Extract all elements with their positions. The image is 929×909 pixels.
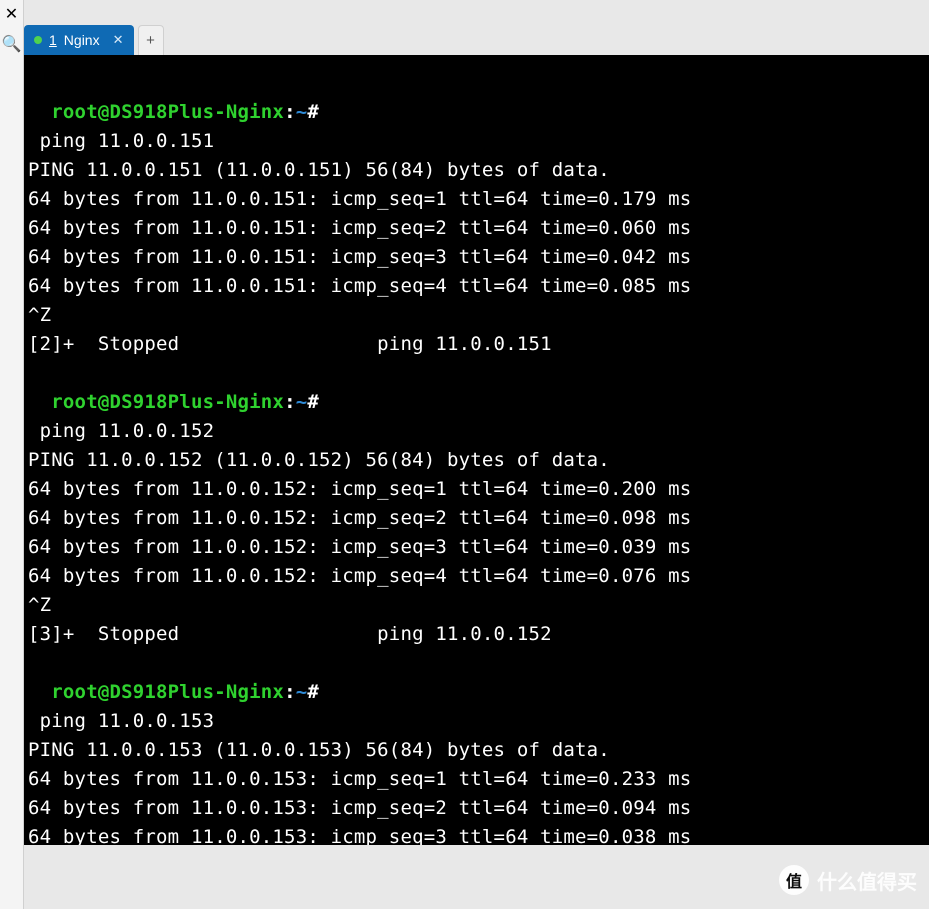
- ping-reply: 64 bytes from 11.0.0.152: icmp_seq=3 ttl…: [28, 533, 925, 562]
- tab-title: Nginx: [64, 32, 100, 48]
- prompt-path: ~: [296, 681, 308, 703]
- ping-reply: 64 bytes from 11.0.0.151: icmp_seq=2 ttl…: [28, 214, 925, 243]
- suspend-signal: ^Z: [28, 591, 925, 620]
- tab-bar: 1 Nginx ✕ +: [24, 25, 164, 55]
- prompt-line: root@DS918Plus-Nginx:~# ping 11.0.0.151: [28, 69, 925, 156]
- watermark: 值 什么值得买: [779, 865, 917, 895]
- ping-reply: 64 bytes from 11.0.0.151: icmp_seq=4 ttl…: [28, 272, 925, 301]
- ping-reply: 64 bytes from 11.0.0.153: icmp_seq=1 ttl…: [28, 765, 925, 794]
- prompt-path: ~: [296, 391, 308, 413]
- job-stopped: [3]+ Stopped ping 11.0.0.152: [28, 620, 925, 649]
- tab-close-icon[interactable]: ✕: [107, 32, 124, 48]
- ping-reply: 64 bytes from 11.0.0.151: icmp_seq=1 ttl…: [28, 185, 925, 214]
- ping-header: PING 11.0.0.153 (11.0.0.153) 56(84) byte…: [28, 736, 925, 765]
- suspend-signal: ^Z: [28, 301, 925, 330]
- prompt-hash: #: [307, 391, 319, 413]
- command-text: ping 11.0.0.152: [40, 420, 215, 442]
- ping-reply: 64 bytes from 11.0.0.152: icmp_seq=4 ttl…: [28, 562, 925, 591]
- new-tab-button[interactable]: +: [138, 25, 164, 55]
- prompt-line: root@DS918Plus-Nginx:~# ping 11.0.0.153: [28, 649, 925, 736]
- prompt-user-host: root@DS918Plus-Nginx: [51, 101, 284, 123]
- left-toolbar: ✕ 🔍: [0, 0, 24, 909]
- ping-header: PING 11.0.0.152 (11.0.0.152) 56(84) byte…: [28, 446, 925, 475]
- tab-nginx[interactable]: 1 Nginx ✕: [24, 25, 134, 55]
- ping-reply: 64 bytes from 11.0.0.153: icmp_seq=2 ttl…: [28, 794, 925, 823]
- prompt-sep: :: [284, 681, 296, 703]
- command-text: ping 11.0.0.151: [40, 130, 215, 152]
- command-text: ping 11.0.0.153: [40, 710, 215, 732]
- search-icon[interactable]: 🔍: [4, 36, 20, 52]
- close-icon[interactable]: ✕: [4, 6, 20, 22]
- terminal-output[interactable]: root@DS918Plus-Nginx:~# ping 11.0.0.151P…: [24, 55, 929, 845]
- ping-reply: 64 bytes from 11.0.0.153: icmp_seq=3 ttl…: [28, 823, 925, 845]
- watermark-badge-icon: 值: [779, 865, 809, 895]
- job-stopped: [2]+ Stopped ping 11.0.0.151: [28, 330, 925, 359]
- ping-reply: 64 bytes from 11.0.0.152: icmp_seq=1 ttl…: [28, 475, 925, 504]
- prompt-path: ~: [296, 101, 308, 123]
- tab-status-dot-icon: [34, 36, 42, 44]
- prompt-user-host: root@DS918Plus-Nginx: [51, 681, 284, 703]
- prompt-hash: #: [307, 101, 319, 123]
- ping-header: PING 11.0.0.151 (11.0.0.151) 56(84) byte…: [28, 156, 925, 185]
- prompt-line: root@DS918Plus-Nginx:~# ping 11.0.0.152: [28, 359, 925, 446]
- prompt-sep: :: [284, 101, 296, 123]
- prompt-sep: :: [284, 391, 296, 413]
- prompt-hash: #: [307, 681, 319, 703]
- tab-number: 1: [49, 32, 57, 48]
- ping-reply: 64 bytes from 11.0.0.152: icmp_seq=2 ttl…: [28, 504, 925, 533]
- watermark-text: 什么值得买: [817, 866, 917, 895]
- ping-reply: 64 bytes from 11.0.0.151: icmp_seq=3 ttl…: [28, 243, 925, 272]
- prompt-user-host: root@DS918Plus-Nginx: [51, 391, 284, 413]
